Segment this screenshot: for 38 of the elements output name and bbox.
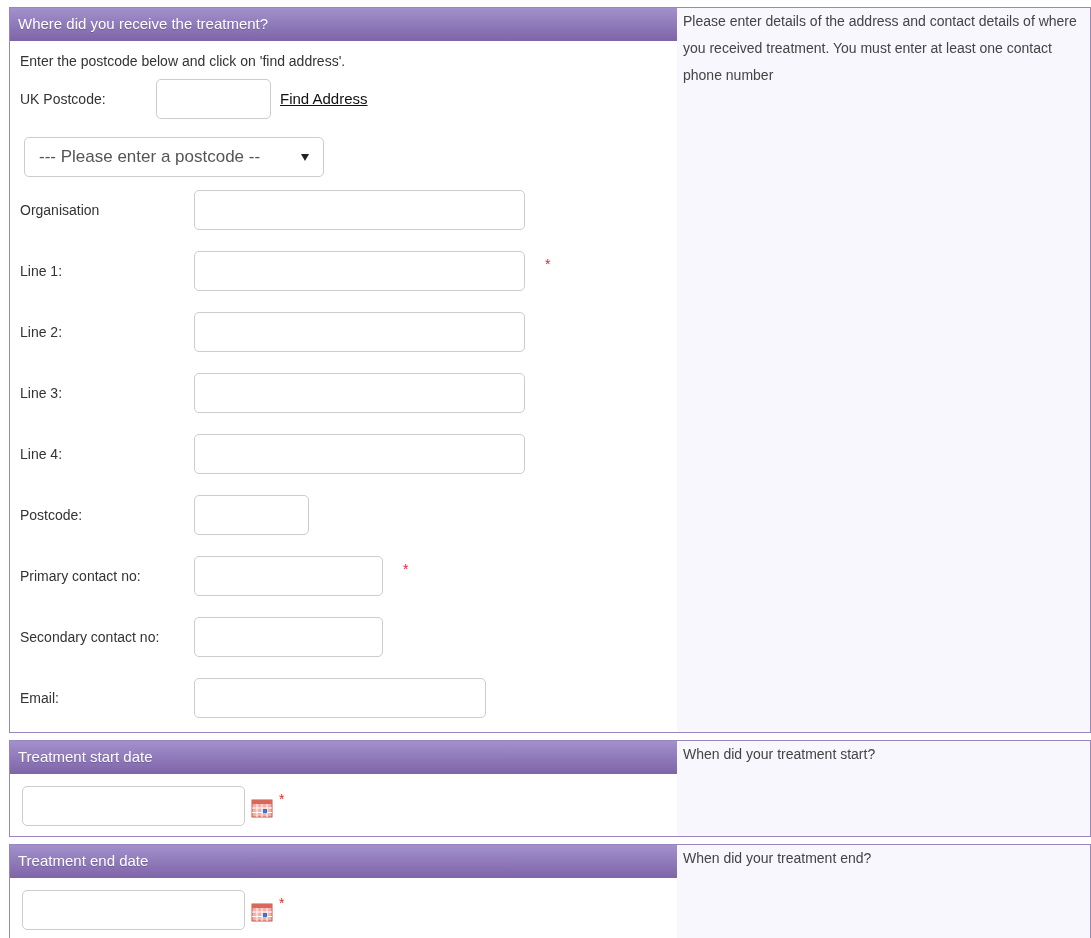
field-label: Secondary contact no: <box>20 627 161 647</box>
field-label: Line 2: <box>20 322 64 342</box>
field-label: Line 4: <box>20 444 64 464</box>
calendar-icon[interactable] <box>251 798 273 818</box>
input-field[interactable] <box>194 495 309 535</box>
field-label: Postcode: <box>20 505 84 525</box>
input-field[interactable] <box>194 312 525 352</box>
input-field[interactable] <box>156 79 271 119</box>
input-field[interactable] <box>194 617 383 657</box>
required-asterisk: * <box>403 562 409 576</box>
input-field[interactable] <box>194 434 525 474</box>
section-header: Treatment start date <box>10 741 677 774</box>
field-label: Line 1: <box>20 261 64 281</box>
field-label: UK Postcode: <box>20 89 107 109</box>
field-label: Primary contact no: <box>20 566 142 586</box>
input-field[interactable] <box>194 373 525 413</box>
input-field[interactable] <box>22 786 245 826</box>
help-text: When did your treatment start? <box>682 745 877 764</box>
section-header: Treatment end date <box>10 845 677 878</box>
find-address-link[interactable]: Find Address <box>280 87 368 111</box>
address-dropdown[interactable]: --- Please enter a postcode -- <box>24 137 324 177</box>
input-field[interactable] <box>194 678 486 718</box>
field-label: Organisation <box>20 200 101 220</box>
caret-icon <box>301 153 309 161</box>
required-asterisk: * <box>545 257 551 271</box>
help-text: When did your treatment end? <box>682 849 873 868</box>
intro-text: Enter the postcode below and click on 'find address'. <box>20 52 347 71</box>
input-field[interactable] <box>194 556 383 596</box>
required-asterisk: * <box>279 896 285 910</box>
input-field[interactable] <box>22 890 245 930</box>
field-label: Email: <box>20 688 60 708</box>
section-header: Where did you receive the treatment? <box>10 8 677 41</box>
field-label: Line 3: <box>20 383 64 403</box>
input-field[interactable] <box>194 251 525 291</box>
input-field[interactable] <box>194 190 525 230</box>
help-text: Please enter details of the address and contact details of where you received treatment. You must enter at least one contact phone number <box>682 12 1078 85</box>
calendar-icon[interactable] <box>251 902 273 922</box>
required-asterisk: * <box>279 792 285 806</box>
